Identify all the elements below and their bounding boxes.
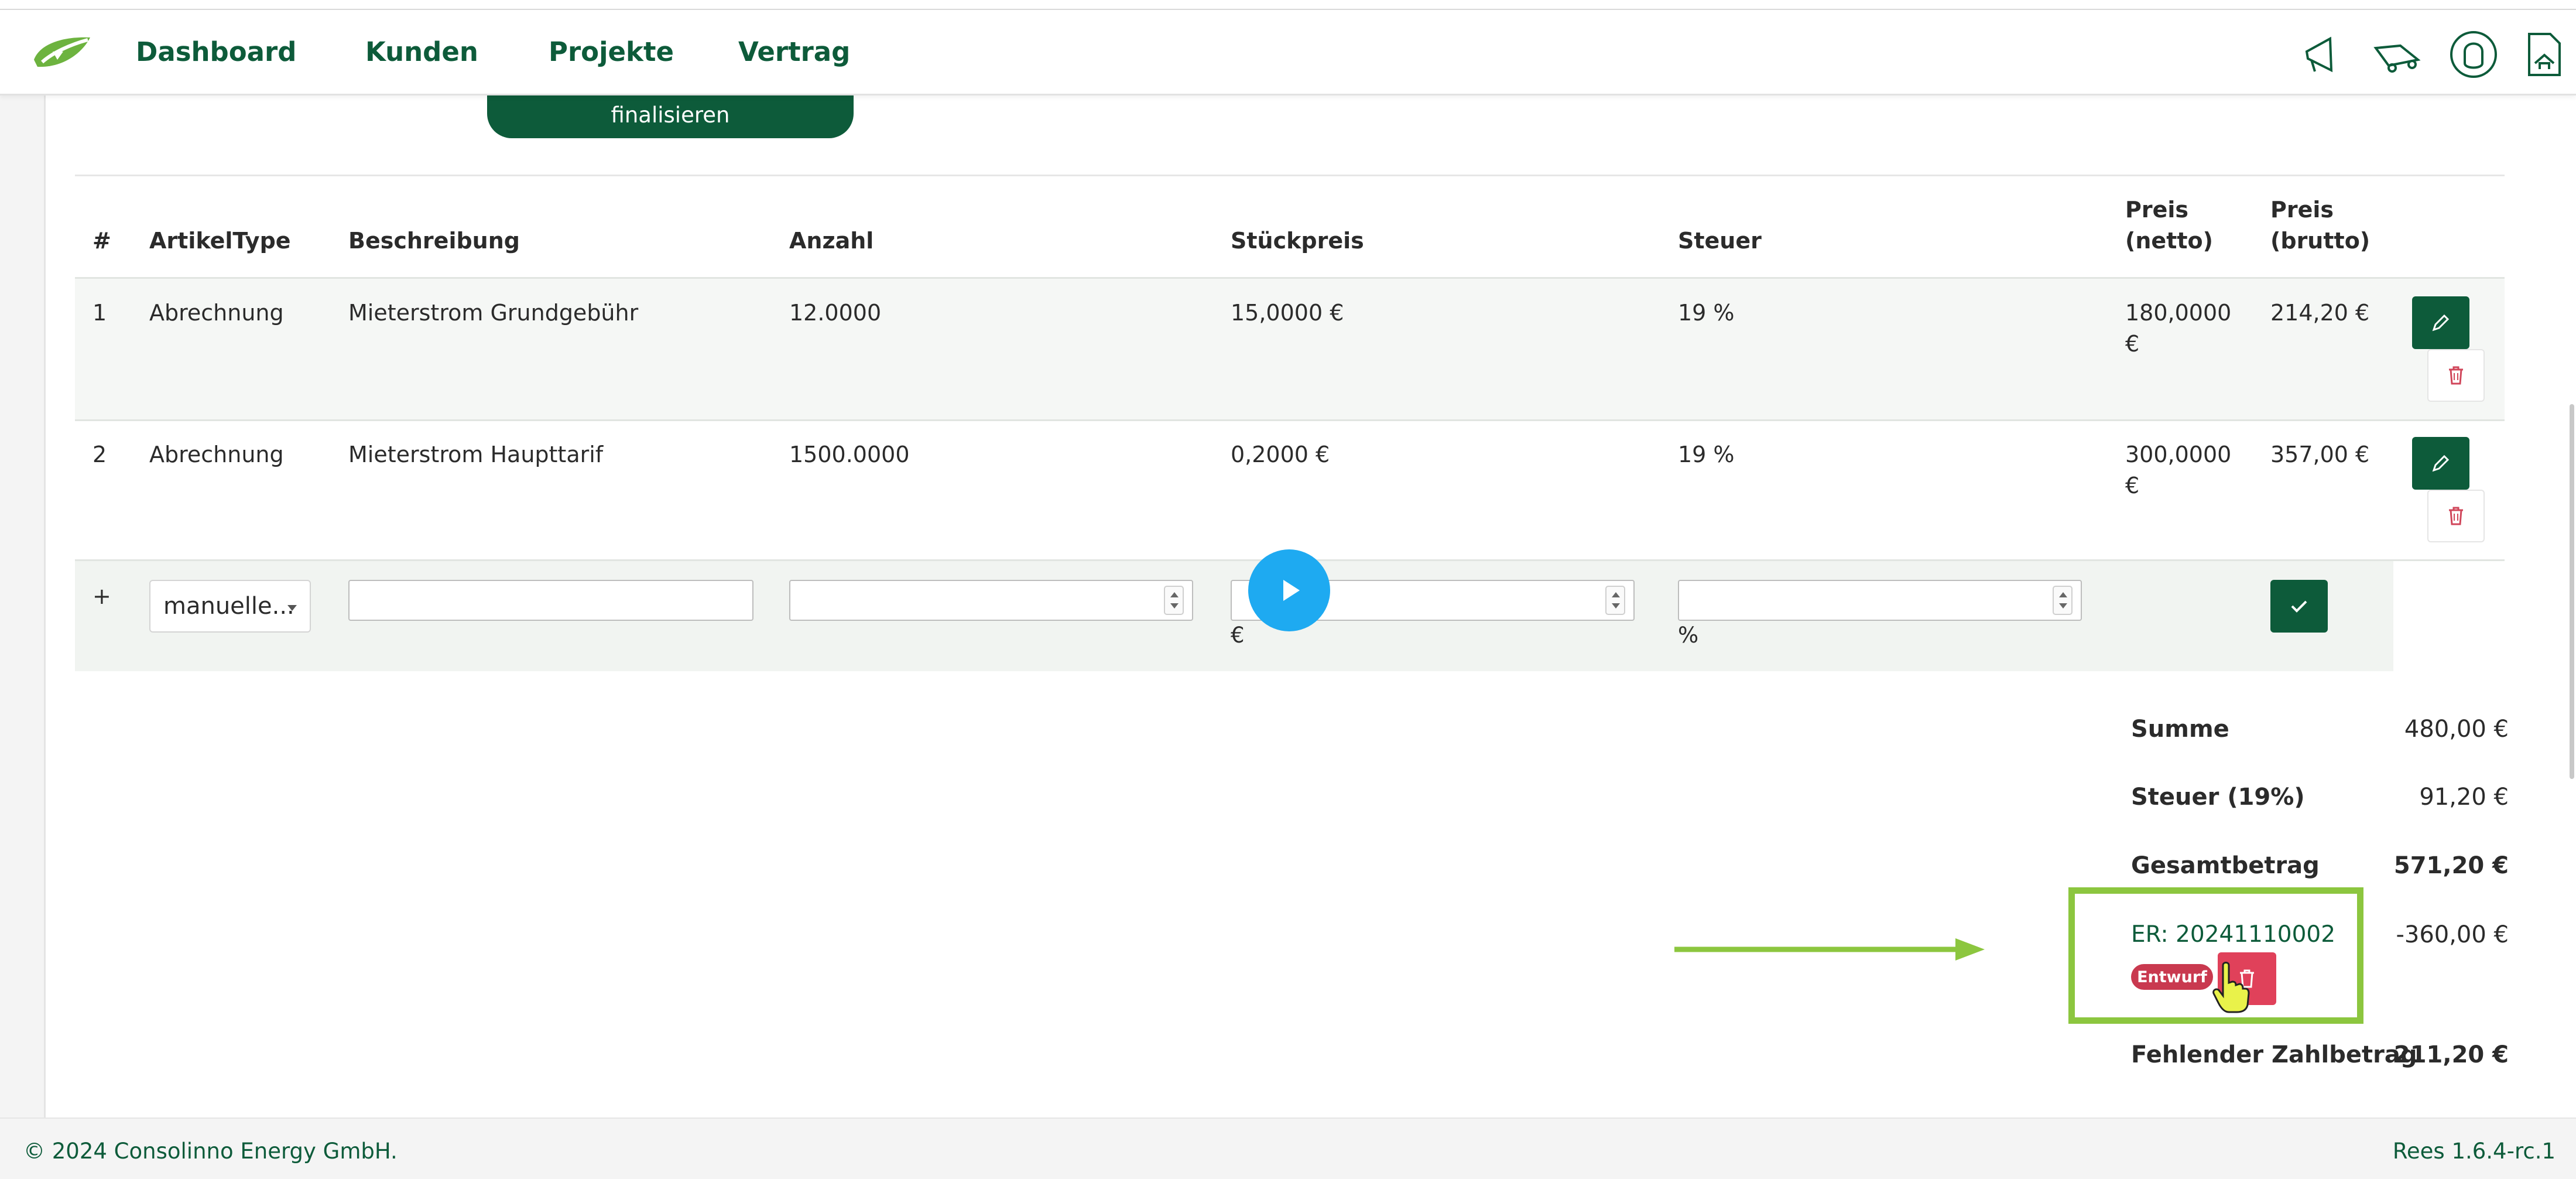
delete-row-button[interactable] (2427, 349, 2485, 402)
delete-row-button[interactable] (2427, 490, 2485, 542)
row-num: 2 (93, 442, 107, 467)
finalize-button[interactable]: finalisieren (487, 91, 854, 138)
article-type-value: manuelle... (163, 593, 294, 620)
linked-invoice-amount: -360,00 € (2396, 921, 2509, 948)
quantity-stepper[interactable] (1164, 586, 1184, 615)
arrow-right-icon (1674, 938, 1985, 961)
row-tax: 19 % (1678, 300, 1735, 326)
row-unit-price: 0,2000 € (1231, 442, 1330, 467)
add-row-plus: + (93, 583, 111, 609)
pencil-icon (2432, 314, 2450, 332)
divider (75, 175, 2505, 176)
chevron-down-icon (287, 605, 297, 611)
row-net-unit: € (2125, 331, 2140, 357)
col-header-net-line2: (netto) (2125, 228, 2213, 254)
col-header-gross-line2: (brutto) (2270, 228, 2371, 254)
col-header-type: ArtikelType (149, 228, 291, 254)
quantity-input[interactable] (789, 580, 1193, 621)
row-net-value: 180,0000 (2125, 300, 2232, 326)
col-header-net-line1: Preis (2125, 197, 2189, 223)
grand-total-label: Gesamtbetrag (2131, 852, 2320, 879)
row-type: Abrechnung (149, 300, 284, 326)
nav-projekte[interactable]: Projekte (549, 36, 674, 67)
row-type: Abrechnung (149, 442, 284, 467)
edit-row-button[interactable] (2412, 296, 2469, 349)
sum-value: 480,00 € (2404, 716, 2509, 743)
user-support-icon[interactable] (2447, 28, 2500, 81)
sum-label: Summe (2131, 716, 2229, 743)
top-navbar: Dashboard Kunden Projekte Vertrag (0, 0, 2576, 95)
row-net-price: 180,0000 € (2125, 298, 2231, 360)
unit-price-currency: € (1231, 623, 1245, 648)
edit-row-button[interactable] (2412, 437, 2469, 490)
nav-vertrag[interactable]: Vertrag (738, 36, 850, 67)
row-description: Mieterstrom Grundgebühr (348, 300, 639, 326)
scrollbar[interactable] (2570, 404, 2574, 779)
nav-kunden[interactable]: Kunden (365, 36, 478, 67)
col-header-net-price: Preis (netto) (2125, 194, 2213, 257)
footer: © 2024 Consolinno Energy GmbH. Rees 1.6.… (0, 1118, 2576, 1179)
tax-total-label: Steuer (19%) (2131, 784, 2305, 811)
truck-icon[interactable] (2371, 28, 2424, 81)
unit-price-stepper[interactable] (1605, 586, 1625, 615)
col-header-quantity: Anzahl (789, 228, 874, 254)
row-unit-price: 15,0000 € (1231, 300, 1344, 326)
nav-dashboard[interactable]: Dashboard (136, 36, 296, 67)
copyright-text: © 2024 Consolinno Energy GmbH. (23, 1139, 398, 1164)
play-video-button[interactable] (1248, 549, 1330, 631)
col-header-num: # (93, 228, 111, 254)
hand-cursor-icon (2212, 962, 2250, 1013)
row-gross-price: 357,00 € (2270, 442, 2370, 467)
description-input[interactable] (348, 580, 753, 621)
col-header-unit-price: Stückpreis (1231, 228, 1364, 254)
col-header-gross-line1: Preis (2270, 197, 2334, 223)
play-icon (1283, 580, 1300, 601)
row-num: 1 (93, 300, 107, 326)
row-tax: 19 % (1678, 442, 1735, 467)
article-type-select[interactable]: manuelle... (149, 580, 311, 633)
row-quantity: 12.0000 (789, 300, 882, 326)
logo-icon[interactable] (29, 34, 94, 71)
row-description: Mieterstrom Haupttarif (348, 442, 604, 467)
tax-stepper[interactable] (2053, 586, 2073, 615)
megaphone-icon[interactable] (2295, 28, 2348, 81)
checkmark-icon (2291, 600, 2307, 613)
trash-icon (2449, 366, 2463, 385)
tax-percent-unit: % (1678, 623, 1699, 648)
row-gross-price: 214,20 € (2270, 300, 2370, 326)
col-header-tax: Steuer (1678, 228, 1762, 254)
grand-total-value: 571,20 € (2393, 852, 2509, 879)
missing-amount-value: 211,20 € (2393, 1041, 2509, 1068)
col-header-description: Beschreibung (348, 228, 520, 254)
pencil-icon (2432, 454, 2450, 472)
save-row-button[interactable] (2270, 580, 2328, 633)
col-header-gross-price: Preis (brutto) (2270, 194, 2370, 257)
row-net-unit: € (2125, 473, 2140, 498)
missing-amount-label: Fehlender Zahlbetrag (2131, 1041, 2417, 1068)
row-net-value: 300,0000 (2125, 442, 2232, 467)
tax-input[interactable] (1678, 580, 2082, 621)
row-divider (75, 419, 2505, 421)
document-icon[interactable] (2517, 28, 2570, 81)
row-quantity: 1500.0000 (789, 442, 910, 467)
tax-total-value: 91,20 € (2419, 784, 2509, 811)
version-text: Rees 1.6.4-rc.1 (2392, 1139, 2556, 1164)
trash-icon (2449, 507, 2463, 525)
row-net-price: 300,0000 € (2125, 439, 2231, 501)
